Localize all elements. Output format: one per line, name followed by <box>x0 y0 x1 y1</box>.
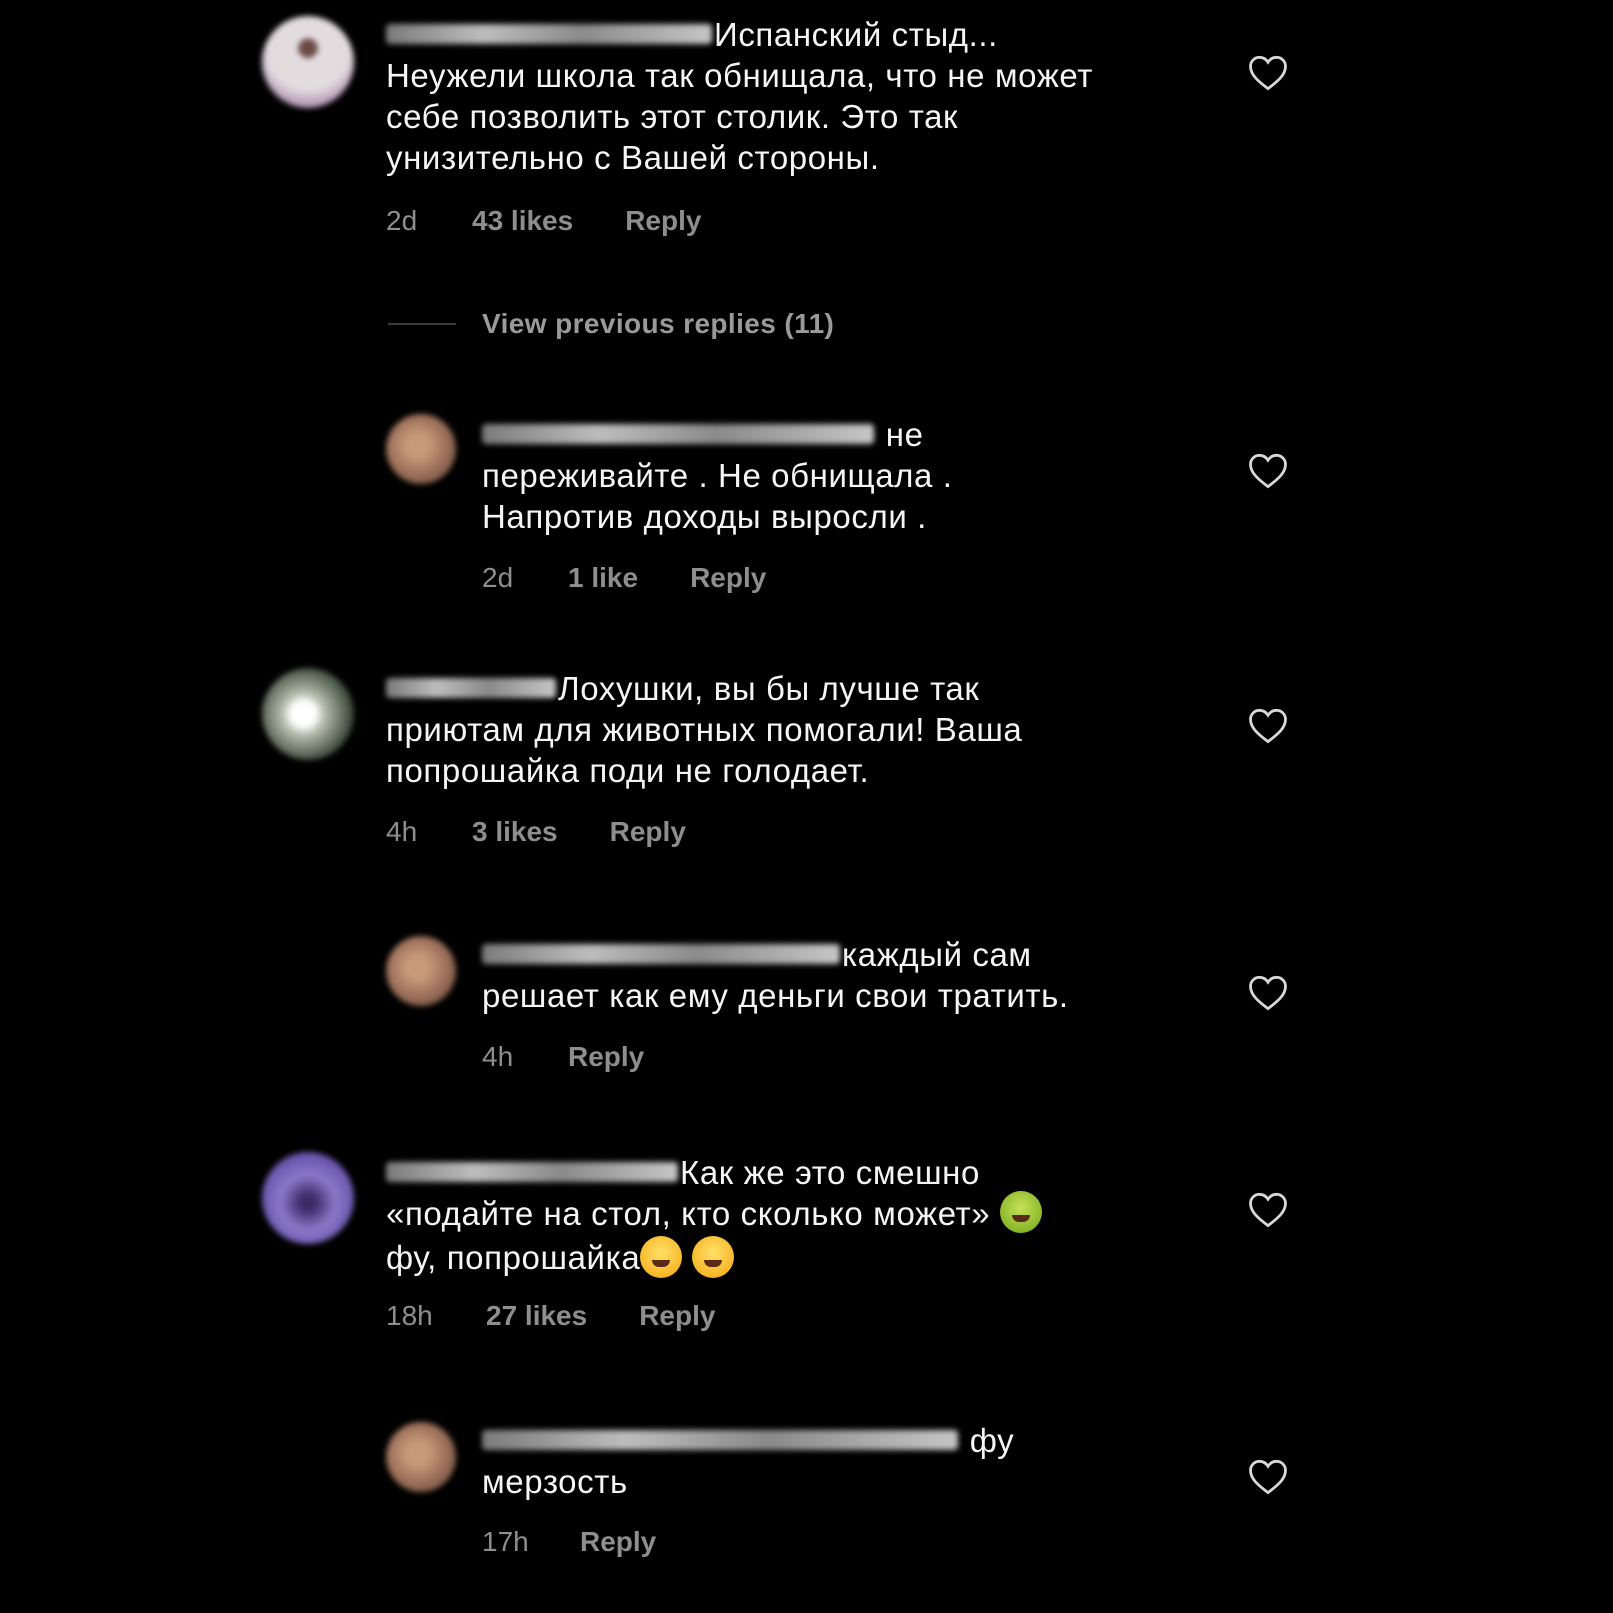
username-blurred[interactable] <box>386 1162 678 1183</box>
heart-outline-icon[interactable] <box>1247 1189 1289 1229</box>
avatar[interactable] <box>262 16 354 108</box>
reply-button[interactable]: Reply <box>568 1041 644 1073</box>
heart-outline-icon[interactable] <box>1247 450 1289 490</box>
reply-button[interactable]: Reply <box>610 816 686 848</box>
comment-meta: 4h 3 likes Reply <box>386 816 686 848</box>
comment-text: Лохушки, вы бы лучше так приютам для жив… <box>386 670 1023 789</box>
avatar[interactable] <box>386 414 456 484</box>
nauseated-face-emoji <box>1000 1191 1043 1234</box>
comment-text: каждый сам решает как ему деньги свои тр… <box>482 936 1069 1014</box>
comment-meta: 18h 27 likes Reply <box>386 1300 715 1332</box>
timestamp: 17h <box>482 1526 529 1557</box>
view-previous-replies[interactable]: View previous replies (11) <box>388 304 834 344</box>
tears-of-joy-emoji <box>640 1235 683 1278</box>
likes-count[interactable]: 1 like <box>568 562 638 594</box>
heart-outline-icon[interactable] <box>1247 52 1289 92</box>
comment-text: не переживайте . Не обнищала . Напротив … <box>482 416 953 535</box>
timestamp: 4h <box>482 1041 514 1072</box>
likes-count[interactable]: 3 likes <box>472 816 558 848</box>
avatar[interactable] <box>262 668 354 760</box>
comment-meta: 17h Reply <box>482 1526 656 1558</box>
comment-meta: 4h Reply <box>482 1041 644 1073</box>
heart-outline-icon[interactable] <box>1247 1456 1289 1496</box>
avatar[interactable] <box>386 936 456 1006</box>
tears-of-joy-emoji <box>692 1235 735 1278</box>
reply-button[interactable]: Reply <box>690 562 766 594</box>
username-blurred[interactable] <box>386 678 556 699</box>
comment-meta: 2d 43 likes Reply <box>386 205 701 237</box>
username-blurred[interactable] <box>386 24 712 45</box>
timestamp: 4h <box>386 816 418 847</box>
username-blurred[interactable] <box>482 424 874 445</box>
timestamp: 2d <box>482 562 514 593</box>
likes-count[interactable]: 43 likes <box>472 205 573 237</box>
heart-outline-icon[interactable] <box>1247 972 1289 1012</box>
comment-text: Испанский стыд... Неужели школа так обни… <box>386 16 1093 176</box>
comment-meta: 2d 1 like Reply <box>482 562 766 594</box>
avatar[interactable] <box>262 1152 354 1244</box>
likes-count[interactable]: 27 likes <box>486 1300 587 1332</box>
timestamp: 18h <box>386 1300 433 1331</box>
reply-button[interactable]: Reply <box>580 1526 656 1558</box>
timestamp: 2d <box>386 205 418 236</box>
avatar[interactable] <box>386 1422 456 1492</box>
reply-button[interactable]: Reply <box>625 205 701 237</box>
username-blurred[interactable] <box>482 944 840 965</box>
reply-button[interactable]: Reply <box>639 1300 715 1332</box>
divider-line <box>388 323 456 325</box>
username-blurred[interactable] <box>482 1430 958 1451</box>
heart-outline-icon[interactable] <box>1247 705 1289 745</box>
comment-text: Как же это смешно «подайте на стол, кто … <box>386 1152 1043 1282</box>
comment-text: фу мерзость <box>482 1422 1015 1500</box>
